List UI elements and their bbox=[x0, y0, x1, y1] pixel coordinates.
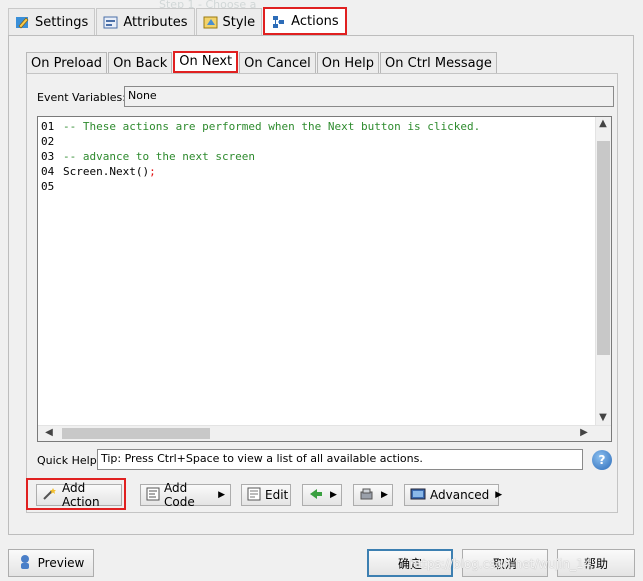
dropdown-arrow-icon: ▶ bbox=[330, 490, 337, 500]
event-variables-field: None bbox=[124, 86, 614, 107]
tab-on-next[interactable]: On Next bbox=[173, 51, 239, 73]
scroll-down-icon[interactable]: ▼ bbox=[596, 411, 610, 425]
scroll-left-icon[interactable]: ◀ bbox=[42, 426, 56, 440]
dropdown-arrow-icon: ▶ bbox=[218, 490, 225, 500]
top-tab-bar: Settings Attributes Style Actions bbox=[8, 7, 348, 36]
vertical-scrollbar[interactable]: ▲ ▼ bbox=[595, 117, 611, 425]
line-number: 04 bbox=[41, 165, 55, 178]
code-line-4: Screen.Next(); bbox=[63, 165, 156, 178]
quick-help-field: Tip: Press Ctrl+Space to view a list of … bbox=[97, 449, 583, 470]
preview-icon bbox=[18, 554, 32, 573]
horizontal-scroll-thumb[interactable] bbox=[62, 428, 210, 439]
tab-on-ctrl-message[interactable]: On Ctrl Message bbox=[380, 52, 497, 74]
horizontal-scrollbar[interactable]: ◀ ▶ bbox=[38, 425, 611, 441]
tab-settings[interactable]: Settings bbox=[8, 8, 96, 35]
advanced-icon bbox=[410, 487, 426, 504]
attributes-icon bbox=[103, 15, 118, 30]
run-menu-button[interactable]: ▶ bbox=[302, 484, 342, 506]
tab-on-cancel[interactable]: On Cancel bbox=[239, 52, 316, 74]
quick-help-label: Quick Help: bbox=[37, 454, 101, 467]
preview-button[interactable]: Preview bbox=[8, 549, 94, 577]
event-tab-bar: On Preload On Back On Next On Cancel On … bbox=[26, 51, 498, 74]
actions-icon bbox=[271, 14, 286, 29]
tab-on-back[interactable]: On Back bbox=[108, 52, 173, 74]
dropdown-arrow-icon: ▶ bbox=[495, 490, 503, 500]
edit-icon bbox=[247, 487, 261, 504]
event-variables-label: Event Variables: bbox=[37, 91, 126, 104]
scroll-up-icon[interactable]: ▲ bbox=[596, 117, 610, 131]
dropdown-arrow-icon: ▶ bbox=[381, 490, 388, 500]
vertical-scroll-thumb[interactable] bbox=[597, 141, 610, 355]
line-number-gutter: 01 02 03 04 05 bbox=[38, 117, 60, 425]
tab-style[interactable]: Style bbox=[195, 8, 263, 35]
line-number: 01 bbox=[41, 120, 55, 133]
add-code-button[interactable]: Add Code ▶ bbox=[140, 481, 231, 509]
line-number: 03 bbox=[41, 150, 55, 163]
code-icon bbox=[146, 487, 160, 504]
line-number: 02 bbox=[41, 135, 55, 148]
style-icon bbox=[203, 15, 218, 30]
tools-menu-button[interactable]: ▶ bbox=[353, 484, 393, 506]
settings-icon bbox=[15, 15, 30, 30]
tab-actions[interactable]: Actions bbox=[263, 7, 347, 35]
advanced-button[interactable]: Advanced ▶ bbox=[404, 484, 503, 506]
scroll-right-icon[interactable]: ▶ bbox=[577, 426, 591, 440]
line-number: 05 bbox=[41, 180, 55, 193]
green-arrow-icon bbox=[308, 487, 324, 504]
tools-icon bbox=[359, 487, 375, 504]
script-editor[interactable]: 01 02 03 04 05 -- These actions are perf… bbox=[37, 116, 612, 442]
tab-on-help[interactable]: On Help bbox=[316, 52, 380, 74]
edit-button[interactable]: Edit bbox=[241, 484, 291, 506]
code-line-3-comment: -- advance to the next screen bbox=[63, 150, 256, 163]
add-action-highlight bbox=[26, 478, 126, 510]
tab-attributes[interactable]: Attributes bbox=[96, 8, 195, 35]
watermark-text: https://blog.csdn.net/wujin_14 bbox=[410, 557, 592, 571]
code-line-1-comment: -- These actions are performed when the … bbox=[63, 120, 481, 133]
help-icon[interactable]: ? bbox=[592, 450, 612, 470]
tab-on-preload[interactable]: On Preload bbox=[26, 52, 108, 74]
